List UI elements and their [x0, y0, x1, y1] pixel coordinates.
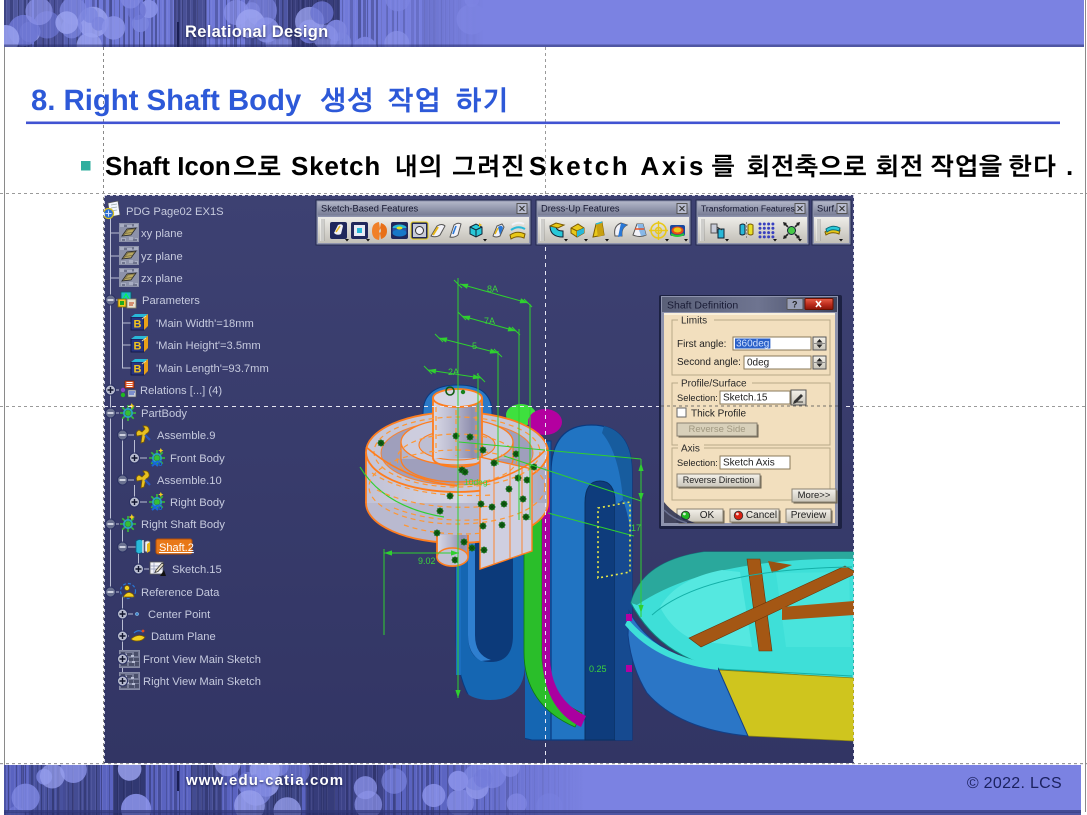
- svg-text:?: ?: [792, 300, 798, 310]
- svg-text:'Main Height'=3.5mm: 'Main Height'=3.5mm: [156, 340, 261, 352]
- svg-text:360deg: 360deg: [736, 339, 769, 350]
- svg-text:6: 6: [158, 503, 163, 512]
- svg-text:Transformation Features: Transformation Features: [701, 204, 795, 214]
- svg-text:Sketch-Based Features: Sketch-Based Features: [321, 204, 419, 214]
- svg-text:Sketch Axis: Sketch Axis: [723, 458, 775, 469]
- svg-text:0.25: 0.25: [589, 664, 607, 674]
- svg-text:B: B: [134, 364, 142, 376]
- svg-text:Right Body: Right Body: [170, 497, 225, 509]
- svg-text:yz plane: yz plane: [141, 251, 183, 263]
- svg-text:B: B: [134, 341, 142, 353]
- svg-text:Dress-Up Features: Dress-Up Features: [541, 204, 620, 214]
- svg-text:Reverse Side: Reverse Side: [688, 424, 745, 435]
- svg-text:Selection:: Selection:: [677, 393, 718, 403]
- svg-text:First angle:: First angle:: [677, 339, 726, 350]
- svg-text:5: 5: [472, 341, 477, 351]
- svg-text:More>>: More>>: [798, 490, 831, 501]
- svg-text:Sketch.15: Sketch.15: [172, 564, 222, 576]
- svg-text:'Main Width'=18mm: 'Main Width'=18mm: [156, 318, 254, 330]
- svg-text:Relations [...] (4): Relations [...] (4): [140, 385, 222, 397]
- svg-text:Assemble.10: Assemble.10: [157, 475, 222, 487]
- svg-text:'Main Length'=93.7mm: 'Main Length'=93.7mm: [156, 363, 269, 375]
- svg-text:Selection:: Selection:: [677, 458, 718, 468]
- svg-text:6: 6: [158, 459, 163, 468]
- svg-text:xy plane: xy plane: [141, 228, 183, 240]
- svg-text:Center Point: Center Point: [148, 609, 211, 621]
- svg-text:Profile/Surface: Profile/Surface: [681, 379, 747, 390]
- svg-text:7A: 7A: [484, 316, 495, 326]
- svg-text:zx plane: zx plane: [141, 273, 183, 285]
- svg-text:Datum Plane: Datum Plane: [151, 631, 216, 643]
- svg-text:Second angle:: Second angle:: [677, 357, 741, 368]
- svg-text:Reverse Direction: Reverse Direction: [683, 475, 755, 485]
- svg-text:Front Body: Front Body: [170, 453, 225, 465]
- svg-text:Surf..: Surf..: [817, 204, 839, 214]
- svg-text:9.02: 9.02: [418, 556, 436, 566]
- svg-text:B: B: [134, 319, 142, 331]
- svg-text:Right Shaft Body: Right Shaft Body: [141, 519, 225, 531]
- svg-text:10deg: 10deg: [464, 477, 488, 487]
- svg-text:Limits: Limits: [681, 316, 707, 327]
- svg-text:Right View Main Sketch: Right View Main Sketch: [143, 676, 261, 688]
- svg-text:17: 17: [631, 523, 641, 533]
- svg-text:Preview: Preview: [791, 510, 827, 521]
- svg-text:Cancel: Cancel: [746, 510, 777, 521]
- svg-text:0deg: 0deg: [747, 358, 769, 369]
- svg-text:8A: 8A: [487, 284, 498, 294]
- svg-text:Thick Profile: Thick Profile: [691, 409, 746, 420]
- svg-text:Shaft Definition: Shaft Definition: [667, 300, 738, 312]
- svg-text:OK: OK: [700, 510, 715, 521]
- svg-text:2A: 2A: [448, 367, 459, 377]
- svg-text:Reference Data: Reference Data: [141, 587, 220, 599]
- svg-text:Sketch.15: Sketch.15: [723, 393, 768, 404]
- svg-text:Shaft.2: Shaft.2: [159, 542, 194, 554]
- svg-text:Parameters: Parameters: [142, 295, 200, 307]
- svg-text:PartBody: PartBody: [141, 408, 187, 420]
- svg-text:PDG Page02 EX1S: PDG Page02 EX1S: [126, 206, 224, 218]
- svg-text:Front View Main Sketch: Front View Main Sketch: [143, 654, 261, 666]
- svg-text:Axis: Axis: [681, 444, 700, 455]
- svg-text:Assemble.9: Assemble.9: [157, 430, 215, 442]
